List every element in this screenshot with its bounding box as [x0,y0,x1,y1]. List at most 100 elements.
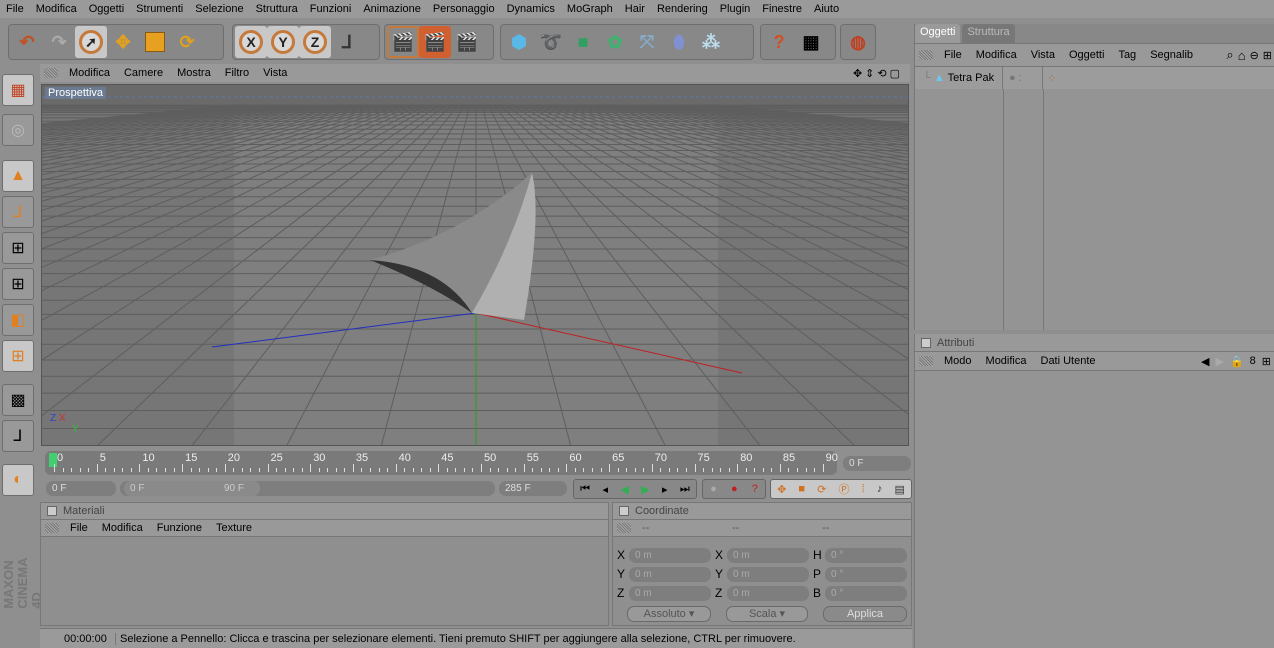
panel-toggle-icon[interactable] [47,506,57,516]
menu-plugin[interactable]: Plugin [714,3,757,15]
range-slider[interactable]: 0 F 90 F [120,481,495,496]
workplane-icon[interactable]: ⅃ [2,420,34,452]
menu-modifica[interactable]: Modifica [30,3,83,15]
visibility-dots[interactable]: ● : [1003,67,1043,89]
objects-menu-oggetti[interactable]: Oggetti [1062,49,1111,61]
eye-icon[interactable]: ⊖ [1248,49,1261,62]
timeline-ruler[interactable]: 0 5 10 15 20 25 30 35 40 45 50 55 60 65 70 75 80 85 90 [45,451,838,475]
coord-field[interactable]: 0 m [727,548,809,563]
menu-hair[interactable]: Hair [619,3,651,15]
object-name[interactable]: Tetra Pak [948,72,994,84]
attributes-menu-modo[interactable]: Modo [937,355,979,367]
axis-mode-icon[interactable]: ⅃ [2,196,34,228]
help-icon[interactable]: ? [763,26,795,58]
new-window-icon[interactable]: ⊞ [1259,355,1274,368]
viewport-menu-vista[interactable]: Vista [256,67,294,79]
objects-menu-vista[interactable]: Vista [1024,49,1062,61]
edges-mode-icon[interactable]: ⊞ [2,268,34,300]
panel-toggle-icon[interactable] [921,337,931,348]
prev-key-button[interactable]: ◂ [602,483,608,496]
viewport-menu-mostra[interactable]: Mostra [170,67,218,79]
link-icon[interactable]: 8 [1247,355,1259,367]
material-tag-icon[interactable]: ⁘ [1043,72,1056,85]
spline-icon[interactable]: ➰ [535,26,567,58]
globe-icon[interactable]: ◍ [843,26,873,58]
menu-personaggio[interactable]: Personaggio [427,3,501,15]
texture-mode-icon[interactable]: ▩ [2,384,34,416]
scene-icon[interactable]: ⬮ [663,26,695,58]
polygons-mode-icon[interactable]: ◧ [2,304,34,336]
viewport-nav-icons[interactable]: ✥⇕⟲▢ [846,67,910,80]
lock-icon[interactable]: 🔒 [1227,355,1247,368]
viewport-menu-filtro[interactable]: Filtro [218,67,256,79]
menu-funzioni[interactable]: Funzioni [304,3,358,15]
playhead[interactable] [49,453,57,467]
back-arrow-icon[interactable]: ◀ [1198,355,1212,368]
menu-aiuto[interactable]: Aiuto [808,3,845,15]
coord-field[interactable]: 0 m [629,548,711,563]
go-end-button[interactable]: ⏭ [680,483,690,496]
points-mode-icon[interactable]: ⊞ [2,232,34,264]
environment-icon[interactable]: ⁂ [695,26,727,58]
current-frame-field[interactable]: 0 F [843,456,911,471]
materials-menu-funzione[interactable]: Funzione [150,522,209,534]
render-picture-button[interactable]: 🎬 [419,26,451,58]
sculpt-icon[interactable]: ◐ [2,464,34,496]
apply-button[interactable]: Applica [823,606,907,622]
key-misc-icon[interactable]: ▤ [894,483,904,496]
attributes-menu-modifica[interactable]: Modifica [979,355,1034,367]
coord-field[interactable]: 0 m [727,567,809,582]
menu-dynamics[interactable]: Dynamics [501,3,561,15]
menu-finestre[interactable]: Finestre [756,3,808,15]
coord-mode-dropdown[interactable]: Assoluto ▾ [627,606,711,622]
tab-struttura[interactable]: Struttura [962,24,1015,43]
menu-struttura[interactable]: Struttura [250,3,304,15]
key-sound-icon[interactable]: ♪ [877,483,883,495]
objects-menu-segnalib[interactable]: Segnalib [1143,49,1200,61]
layout-icon[interactable]: ▦ [795,26,827,58]
menu-oggetti[interactable]: Oggetti [83,3,130,15]
record-icon[interactable]: ● [710,483,717,495]
viewport-menu-camere[interactable]: Camere [117,67,170,79]
coord-field[interactable]: 0 ° [825,548,907,563]
home-icon[interactable]: ⌂ [1236,48,1248,63]
forward-arrow-icon[interactable]: ▶ [1212,355,1226,368]
render-settings-button[interactable]: 🎬 [451,26,483,58]
viewport-3d[interactable]: Prospettiva Z XY [41,84,909,446]
x-axis-button[interactable]: X [235,26,267,58]
coord-field[interactable]: 0 m [629,567,711,582]
coord-field[interactable]: 0 ° [825,567,907,582]
select-tool-button[interactable]: ➚ [75,26,107,58]
play-backward-button[interactable]: ◀ [620,483,628,496]
autokey-icon[interactable]: ● [731,483,738,495]
menu-mograph[interactable]: MoGraph [561,3,619,15]
y-axis-button[interactable]: Y [267,26,299,58]
scale-tool-button[interactable] [139,26,171,58]
menu-strumenti[interactable]: Strumenti [130,3,189,15]
objects-menu-file[interactable]: File [937,49,969,61]
materials-menu-modifica[interactable]: Modifica [95,522,150,534]
deformer-icon[interactable]: ⤧ [631,26,663,58]
key-param-icon[interactable]: Ⓟ [839,481,850,497]
key-rotation-icon[interactable]: ⟳ [817,483,826,496]
coord-field[interactable]: 0 m [629,586,711,601]
key-scale-icon[interactable]: ■ [798,483,805,495]
cube-icon[interactable]: ⬢ [503,26,535,58]
move-tool-button[interactable]: ✥ [107,26,139,58]
keyframe-help-icon[interactable]: ? [752,483,758,495]
render-view-button[interactable]: 🎬 [387,26,419,58]
attributes-menu-dati-utente[interactable]: Dati Utente [1034,355,1103,367]
menu-selezione[interactable]: Selezione [189,3,249,15]
go-start-button[interactable]: ⏮ [580,483,590,496]
nurbs-icon[interactable]: ■ [567,26,599,58]
play-forward-button[interactable]: ▶ [641,483,649,496]
array-icon[interactable]: ✿ [599,26,631,58]
next-key-button[interactable]: ▸ [662,483,668,496]
z-axis-button[interactable]: Z [299,26,331,58]
layout-icon[interactable]: ▦ [2,74,34,106]
tab-oggetti[interactable]: Oggetti [915,24,961,43]
redo-button[interactable]: ↷ [43,26,75,58]
materials-menu-texture[interactable]: Texture [209,522,259,534]
key-position-icon[interactable]: ✥ [777,483,786,496]
viewport-menu-modifica[interactable]: Modifica [62,67,117,79]
